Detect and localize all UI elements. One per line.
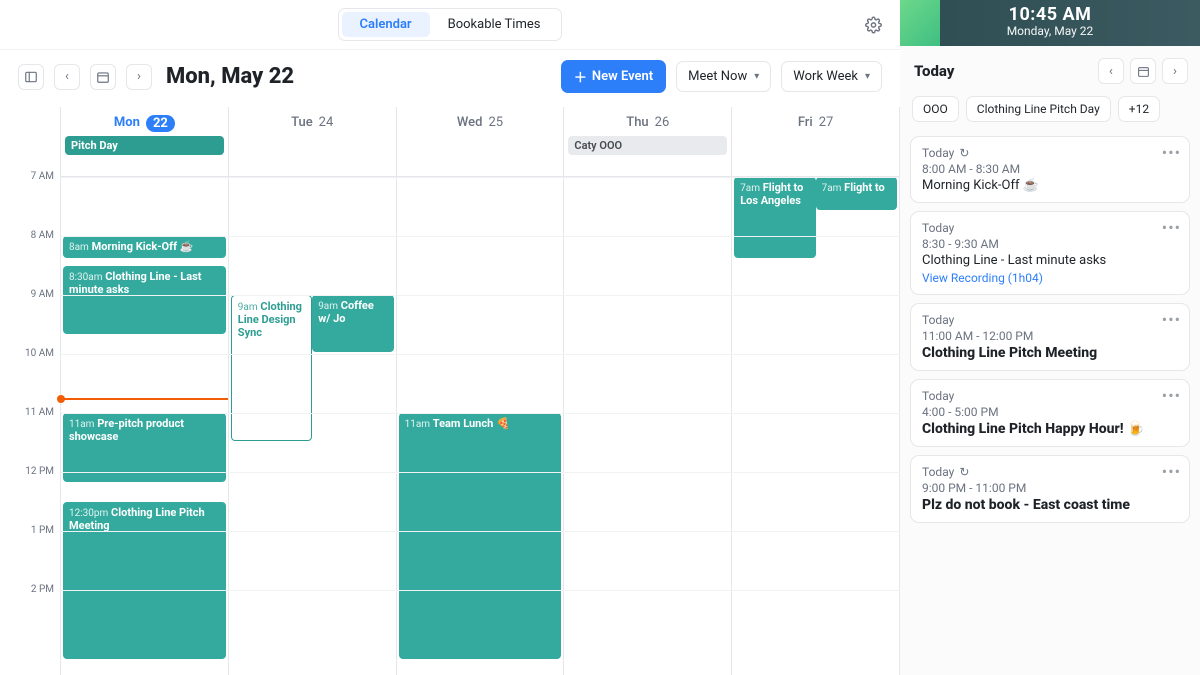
allday-event[interactable]: Caty OOO — [568, 136, 727, 155]
allday-event[interactable]: Pitch Day — [65, 136, 224, 155]
plus-icon: ＋ — [574, 67, 587, 86]
hour-label: 12 PM — [25, 466, 54, 477]
time-gutter: 7 AM 8 AM 9 AM 10 AM 11 AM 12 PM 1 PM 2 PM — [0, 107, 60, 675]
new-event-button[interactable]: ＋ New Event — [561, 60, 666, 93]
card-day: Today — [922, 389, 1178, 403]
calendar-grid: 7 AM 8 AM 9 AM 10 AM 11 AM 12 PM 1 PM 2 PM Mon2… — [0, 107, 900, 675]
agenda-card[interactable]: •••Today 8:30 - 9:30 AM Clothing Line - La… — [910, 211, 1190, 295]
brand-logo — [900, 0, 940, 46]
card-title: Plz do not book - East coast time — [922, 497, 1178, 513]
side-calendar-icon[interactable] — [1130, 58, 1156, 84]
view-recording-link[interactable]: View Recording (1h04) — [922, 271, 1178, 285]
time-grid[interactable]: 8am Morning Kick-Off ☕8:30am Clothing Li… — [61, 177, 900, 675]
view-segment: Calendar Bookable Times — [338, 8, 563, 41]
more-icon[interactable]: ••• — [1162, 218, 1181, 237]
card-title: Clothing Line Pitch Happy Hour! 🍺 — [922, 421, 1178, 437]
filter-chip[interactable]: OOO — [912, 96, 959, 122]
hour-label: 7 AM — [31, 171, 54, 182]
card-day: Today ↻ — [922, 146, 1178, 160]
card-time: 9:00 PM - 11:00 PM — [922, 481, 1178, 495]
settings-gear-icon[interactable] — [865, 16, 882, 33]
new-event-label: New Event — [592, 69, 653, 84]
tab-calendar[interactable]: Calendar — [342, 12, 430, 37]
card-day: Today — [922, 221, 1178, 235]
hour-label: 1 PM — [31, 525, 54, 536]
allday-cell: Pitch Day — [61, 135, 229, 175]
clock-time: 10:45 AM — [1009, 6, 1092, 24]
hour-label: 2 PM — [31, 584, 54, 595]
agenda-card[interactable]: •••Today ↻ 8:00 AM - 8:30 AM Morning Kick-… — [910, 136, 1190, 203]
card-day: Today — [922, 313, 1178, 327]
allday-cell: Caty OOO — [564, 135, 732, 175]
sidebar-title: Today — [914, 62, 1092, 80]
agenda-card[interactable]: •••Today 11:00 AM - 12:00 PM Clothing Line… — [910, 303, 1190, 371]
chevron-down-icon: ▾ — [865, 71, 870, 82]
grid-area: Mon22Tue24Wed25Thu26Fri27 Pitch DayCaty … — [60, 107, 900, 675]
more-icon[interactable]: ••• — [1162, 310, 1181, 329]
filter-chip[interactable]: +12 — [1118, 96, 1160, 122]
sidebar-toggle-icon[interactable] — [18, 64, 44, 90]
next-button[interactable]: › — [126, 64, 152, 90]
clock-header: 10:45 AM Monday, May 22 — [900, 0, 1200, 46]
side-prev-button[interactable]: ‹ — [1098, 58, 1124, 84]
event-list: •••Today ↻8:00 AM - 8:30 AMMorning Kick-… — [900, 132, 1200, 533]
today-sidebar: 10:45 AM Monday, May 22 Today ‹ › OOO Clo… — [900, 0, 1200, 675]
sidebar-header: Today ‹ › — [900, 46, 1200, 92]
card-day: Today ↻ — [922, 465, 1178, 479]
chevron-down-icon: ▾ — [754, 71, 759, 82]
view-select[interactable]: Work Week ▾ — [781, 61, 882, 92]
allday-cell — [732, 135, 900, 175]
allday-cell — [229, 135, 397, 175]
chip-row: OOO Clothing Line Pitch Day +12 — [900, 92, 1200, 132]
meet-now-label: Meet Now — [688, 69, 747, 84]
agenda-card[interactable]: •••Today 4:00 - 5:00 PM Clothing Line Pitc… — [910, 379, 1190, 447]
card-time: 11:00 AM - 12:00 PM — [922, 329, 1178, 343]
more-icon[interactable]: ••• — [1162, 386, 1181, 405]
date-title: Mon, May 22 — [166, 64, 294, 89]
tab-bookable[interactable]: Bookable Times — [430, 12, 559, 37]
card-time: 8:30 - 9:30 AM — [922, 237, 1178, 251]
more-icon[interactable]: ••• — [1162, 462, 1181, 481]
side-next-button[interactable]: › — [1162, 58, 1188, 84]
hour-label: 8 AM — [31, 230, 54, 241]
view-label: Work Week — [793, 69, 858, 84]
title-row: ‹ › Mon, May 22 ＋ New Event Meet Now ▾ W… — [0, 50, 900, 107]
filter-chip[interactable]: Clothing Line Pitch Day — [966, 96, 1111, 122]
card-title: Morning Kick-Off ☕ — [922, 178, 1178, 193]
clock-date: Monday, May 22 — [1007, 24, 1094, 38]
card-title: Clothing Line - Last minute asks — [922, 253, 1178, 268]
today-calendar-icon[interactable] — [90, 64, 116, 90]
card-title: Clothing Line Pitch Meeting — [922, 345, 1178, 361]
agenda-card[interactable]: •••Today ↻ 9:00 PM - 11:00 PM Plz do not b… — [910, 455, 1190, 523]
top-tab-bar: Calendar Bookable Times — [0, 0, 900, 50]
allday-cell — [397, 135, 565, 175]
hour-label: 10 AM — [25, 348, 54, 359]
hour-label: 9 AM — [31, 289, 54, 300]
recurring-icon: ↻ — [959, 465, 969, 479]
card-time: 8:00 AM - 8:30 AM — [922, 162, 1178, 176]
card-time: 4:00 - 5:00 PM — [922, 405, 1178, 419]
prev-button[interactable]: ‹ — [54, 64, 80, 90]
recurring-icon: ↻ — [959, 146, 969, 160]
hour-label: 11 AM — [25, 407, 54, 418]
more-icon[interactable]: ••• — [1162, 143, 1181, 162]
allday-row: Pitch Day Caty OOO — [61, 135, 900, 175]
meet-now-button[interactable]: Meet Now ▾ — [676, 61, 771, 92]
